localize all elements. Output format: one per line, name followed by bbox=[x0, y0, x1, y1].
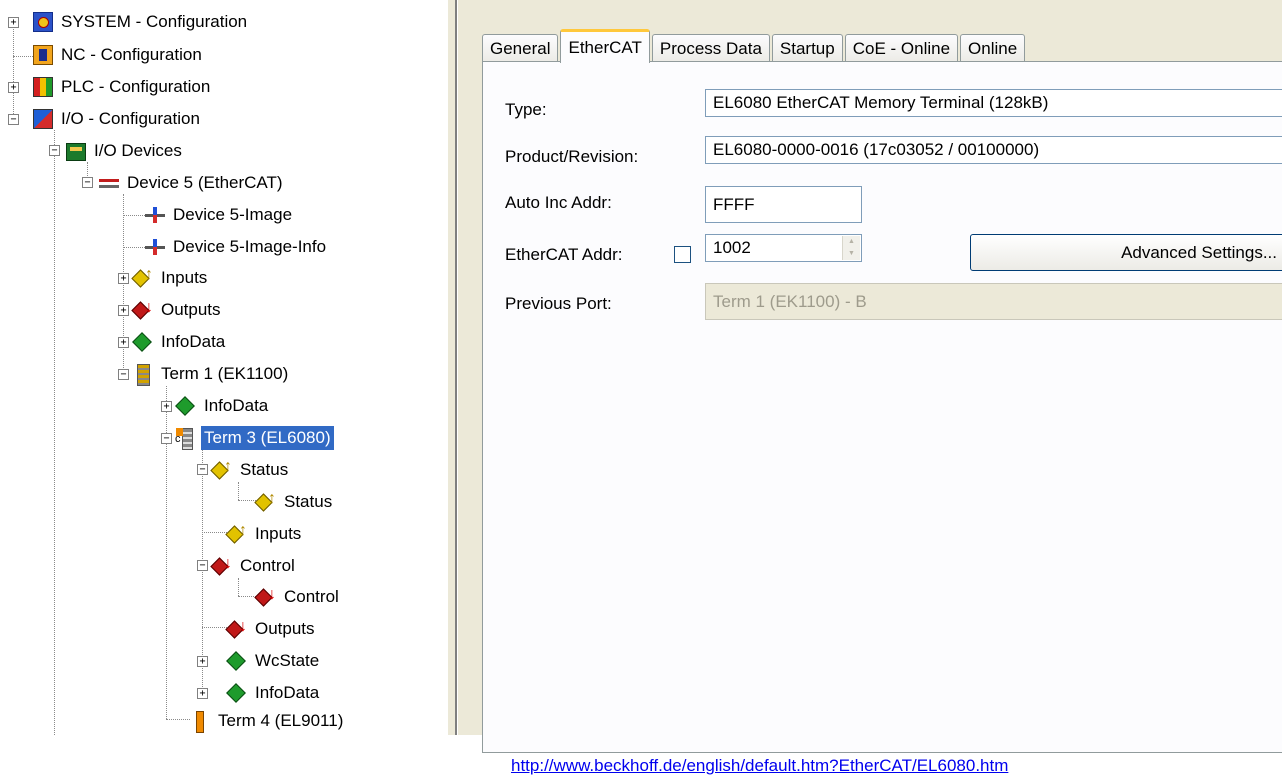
ethercat-addr-value: 1002 bbox=[713, 238, 751, 257]
expand-inputs-button[interactable]: + bbox=[118, 273, 129, 284]
expand-outputs-button[interactable]: + bbox=[118, 305, 129, 316]
plc-icon bbox=[33, 77, 53, 97]
expand-term1-infodata-button[interactable]: + bbox=[161, 401, 172, 412]
tree-item-device5-image-info[interactable]: Device 5-Image-Info bbox=[145, 232, 329, 262]
expand-wcstate-button[interactable]: + bbox=[197, 656, 208, 667]
previous-port-label: Previous Port: bbox=[505, 294, 612, 313]
tree-item-term3-infodata[interactable]: InfoData bbox=[227, 678, 322, 708]
tree-item-io-devices[interactable]: I/O Devices bbox=[66, 136, 185, 166]
tab-process-data[interactable]: Process Data bbox=[651, 34, 770, 62]
tree-item-infodata[interactable]: InfoData bbox=[133, 327, 228, 357]
type-field[interactable]: EL6080 EtherCAT Memory Terminal (128kB) bbox=[705, 89, 1282, 117]
ethercat-device-icon bbox=[99, 173, 119, 193]
tree-item-term1-infodata[interactable]: InfoData bbox=[176, 391, 271, 421]
expand-plc-button[interactable]: + bbox=[8, 82, 19, 93]
tab-general[interactable]: General bbox=[482, 34, 559, 62]
spin-down-icon[interactable]: ▼ bbox=[843, 248, 860, 260]
ethercat-tab-page: Type: EL6080 EtherCAT Memory Terminal (1… bbox=[482, 61, 1282, 775]
end-terminal-icon bbox=[190, 711, 210, 733]
ethercat-addr-spinner[interactable]: ▲ ▼ bbox=[842, 236, 860, 260]
spin-up-icon[interactable]: ▲ bbox=[843, 236, 860, 248]
term3-marker: c bbox=[175, 433, 181, 445]
control-group-icon bbox=[212, 555, 232, 576]
tree-item-status-group[interactable]: Status bbox=[212, 455, 291, 485]
collapse-io-devices-button[interactable]: − bbox=[49, 145, 60, 156]
collapse-status-button[interactable]: − bbox=[197, 464, 208, 475]
inputs-icon bbox=[133, 266, 153, 288]
type-label: Type: bbox=[505, 100, 547, 119]
tree-item-term1[interactable]: Term 1 (EK1100) bbox=[133, 359, 291, 389]
tree-item-status[interactable]: Status bbox=[256, 487, 335, 517]
collapse-term3-button[interactable]: − bbox=[161, 433, 172, 444]
io-devices-icon bbox=[66, 143, 86, 161]
previous-port-dropdown[interactable]: Term 1 (EK1100) - B bbox=[705, 283, 1282, 320]
ethercat-addr-label: EtherCAT Addr: bbox=[505, 245, 623, 264]
collapse-device5-button[interactable]: − bbox=[82, 177, 93, 188]
tree-item-term3-inputs[interactable]: Inputs bbox=[227, 519, 304, 549]
tree-item-control[interactable]: Control bbox=[256, 582, 342, 612]
product-revision-label: Product/Revision: bbox=[505, 147, 639, 166]
image-icon bbox=[145, 205, 165, 225]
nc-icon bbox=[33, 45, 53, 65]
terminal-icon bbox=[133, 364, 153, 386]
collapse-io-button[interactable]: − bbox=[8, 114, 19, 125]
image-info-icon bbox=[145, 237, 165, 257]
tree-item-wcstate[interactable]: WcState bbox=[227, 646, 322, 676]
properties-panel: General EtherCAT Process Data Startup Co… bbox=[476, 0, 1282, 775]
auto-inc-addr-field[interactable]: FFFF bbox=[705, 186, 862, 223]
expand-system-button[interactable]: + bbox=[8, 17, 19, 28]
expand-infodata-button[interactable]: + bbox=[118, 337, 129, 348]
infodata-icon bbox=[176, 396, 196, 416]
outputs-icon bbox=[133, 299, 153, 320]
tab-ethercat[interactable]: EtherCAT bbox=[560, 29, 650, 63]
tree-item-control-group[interactable]: Control bbox=[212, 551, 298, 581]
system-icon bbox=[33, 12, 53, 32]
control-icon bbox=[256, 586, 276, 607]
tree-item-outputs[interactable]: Outputs bbox=[133, 295, 224, 325]
infodata-icon bbox=[133, 332, 153, 352]
tree-item-inputs[interactable]: Inputs bbox=[133, 263, 210, 293]
advanced-settings-button[interactable]: Advanced Settings... bbox=[970, 234, 1282, 271]
wcstate-icon bbox=[227, 651, 247, 671]
tree-item-nc[interactable]: NC - Configuration bbox=[33, 40, 205, 70]
collapse-control-button[interactable]: − bbox=[197, 560, 208, 571]
product-revision-field[interactable]: EL6080-0000-0016 (17c03052 / 00100000) bbox=[705, 136, 1282, 164]
tree-item-io[interactable]: I/O - Configuration bbox=[33, 104, 203, 134]
tab-online[interactable]: Online bbox=[960, 34, 1026, 62]
tree-item-term4[interactable]: Term 4 (EL9011) bbox=[190, 706, 346, 735]
io-icon bbox=[33, 109, 53, 129]
documentation-link[interactable]: http://www.beckhoff.de/english/default.h… bbox=[511, 756, 1008, 776]
outputs-icon bbox=[227, 618, 247, 639]
tab-coe-online[interactable]: CoE - Online bbox=[844, 34, 959, 62]
collapse-term1-button[interactable]: − bbox=[118, 369, 129, 380]
ethercat-addr-checkbox[interactable] bbox=[674, 246, 691, 263]
inputs-icon bbox=[227, 522, 247, 544]
status-icon bbox=[256, 490, 276, 512]
tree-item-device5[interactable]: Device 5 (EtherCAT) bbox=[99, 168, 286, 198]
memory-terminal-icon: c bbox=[175, 428, 196, 450]
tree-item-term3[interactable]: c Term 3 (EL6080) bbox=[175, 423, 334, 453]
tab-bar: General EtherCAT Process Data Startup Co… bbox=[482, 26, 1027, 63]
infodata-icon bbox=[227, 683, 247, 703]
config-tree[interactable]: + + − − − + + + − + − − − + + SYSTEM - C… bbox=[0, 0, 448, 735]
ethercat-addr-field[interactable]: 1002 ▲ ▼ bbox=[705, 234, 862, 262]
status-group-icon bbox=[212, 458, 232, 480]
tree-item-system[interactable]: SYSTEM - Configuration bbox=[33, 7, 250, 37]
pane-splitter[interactable] bbox=[448, 0, 476, 735]
tree-item-plc[interactable]: PLC - Configuration bbox=[33, 72, 213, 102]
expand-term3-infodata-button[interactable]: + bbox=[197, 688, 208, 699]
auto-inc-addr-label: Auto Inc Addr: bbox=[505, 193, 612, 212]
tree-item-device5-image[interactable]: Device 5-Image bbox=[145, 200, 295, 230]
tree-item-term3-outputs[interactable]: Outputs bbox=[227, 614, 318, 644]
tab-startup[interactable]: Startup bbox=[771, 34, 843, 62]
